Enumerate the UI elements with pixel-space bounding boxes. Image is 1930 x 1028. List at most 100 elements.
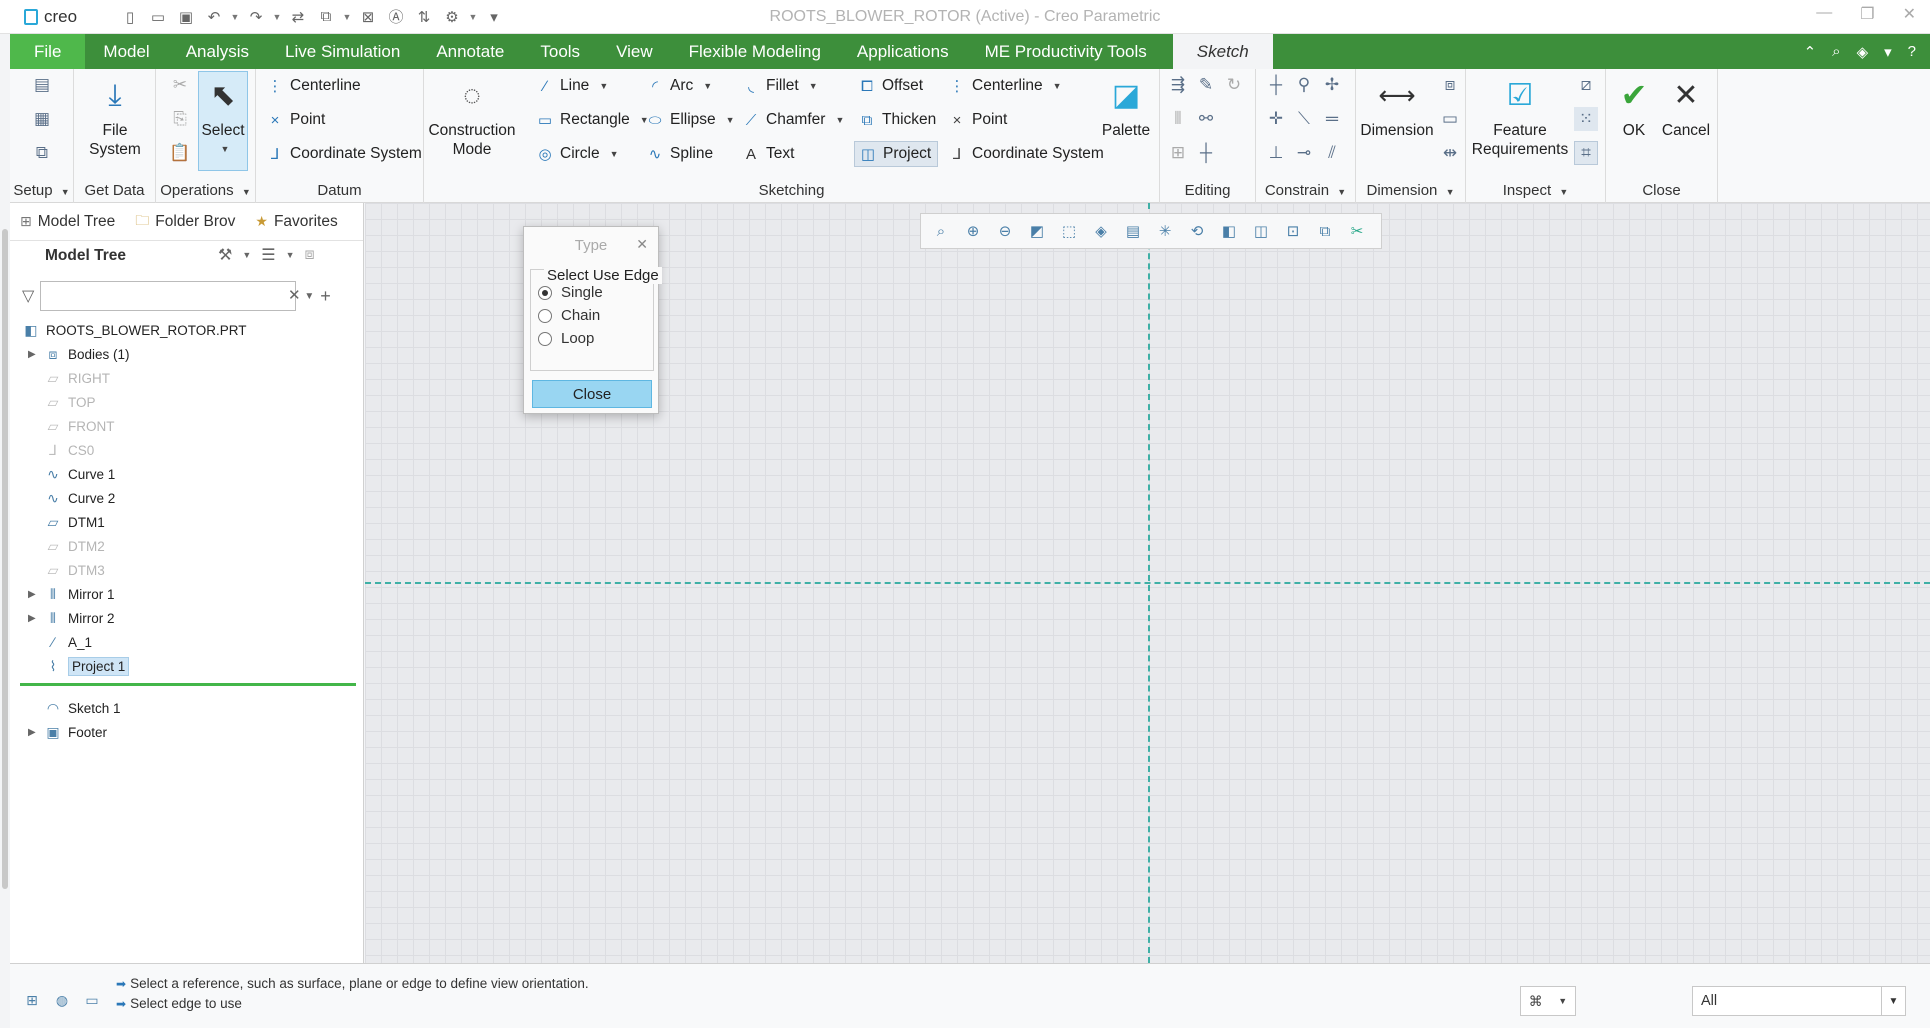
radio-loop-circle[interactable] [538, 331, 552, 346]
regenerate-icon[interactable]: ⇄ [286, 6, 310, 28]
navigator-toggle-icon[interactable]: ⊞ [20, 988, 44, 1012]
tree-search-input[interactable] [40, 281, 297, 311]
find-dropdown-icon[interactable]: ▼ [1558, 996, 1567, 1006]
show-icon[interactable]: ☰ [261, 245, 275, 265]
sketch-coordinate-system-button[interactable]: ⅃ Coordinate System [948, 145, 1104, 163]
reference-dimension-icon[interactable]: ⇹ [1438, 141, 1462, 165]
tab-me-productivity-tools[interactable]: ME Productivity Tools [967, 34, 1165, 69]
coincident-constraint-icon[interactable]: ⊸ [1292, 141, 1316, 165]
sketch-view-icon[interactable]: ⧉ [30, 141, 54, 165]
search-icon[interactable]: ⌕ [1832, 43, 1840, 60]
tab-analysis[interactable]: Analysis [168, 34, 267, 69]
redo-icon[interactable]: ↷ [244, 6, 268, 28]
file-system-button[interactable]: ⤓ File System [82, 75, 148, 159]
tree-item[interactable]: ◠ Sketch 1 [28, 697, 121, 719]
dialog-close-icon[interactable]: ✕ [636, 236, 648, 253]
baseline-dimension-icon[interactable]: ▭ [1438, 107, 1462, 131]
project-button[interactable]: ◫ Project [854, 141, 939, 167]
refit-icon[interactable]: ⌕ [927, 217, 955, 245]
tab-flexible-modeling[interactable]: Flexible Modeling [671, 34, 839, 69]
datum-centerline-button[interactable]: ⋮ Centerline [266, 77, 361, 95]
zoom-in-icon[interactable]: ⊕ [959, 217, 987, 245]
parallel-constraint-icon[interactable]: ⫽ [1320, 141, 1344, 165]
expand-arrow-icon[interactable]: ▶ [28, 727, 38, 738]
tangent-constraint-icon[interactable]: ⚲ [1292, 73, 1316, 97]
selection-filter[interactable]: All ▼ [1692, 986, 1906, 1016]
customize-qat-icon[interactable]: ▾ [482, 6, 506, 28]
tools-dropdown-icon[interactable]: ▼ [468, 6, 478, 28]
radio-loop[interactable]: Loop [538, 330, 594, 347]
expand-arrow-icon[interactable]: ▶ [28, 589, 38, 600]
chamfer-button[interactable]: ⟋ Chamfer ▼ [742, 111, 845, 129]
display-vertices-icon[interactable]: ◫ [1247, 217, 1275, 245]
tree-item[interactable]: ▱ RIGHT [28, 367, 110, 389]
thicken-button[interactable]: ⧉ Thicken [858, 111, 937, 129]
cancel-button[interactable]: ✕ Cancel [1658, 75, 1714, 140]
cut-icon[interactable]: ✂ [168, 73, 192, 97]
help-icon[interactable]: ? [1908, 43, 1916, 60]
tree-item[interactable]: ▶ ▣ Footer [28, 721, 107, 743]
radio-single[interactable]: Single [538, 284, 603, 301]
rotate-resize-icon[interactable]: ↻ [1222, 73, 1246, 97]
repaint-icon[interactable]: ◩ [1023, 217, 1051, 245]
tree-item[interactable]: ▱ TOP [28, 391, 96, 413]
references-icon[interactable]: ▦ [30, 107, 54, 131]
perpendicular-constraint-icon[interactable]: ⊥ [1264, 141, 1288, 165]
clear-search-icon[interactable]: ✕ [288, 286, 325, 304]
radio-chain-circle[interactable] [538, 308, 552, 323]
group-label-constrain[interactable]: Constrain ▼ [1256, 182, 1355, 199]
display-dimensions-icon[interactable]: ⊡ [1279, 217, 1307, 245]
open-file-icon[interactable]: ▭ [146, 6, 170, 28]
new-file-icon[interactable]: ▯ [118, 6, 142, 28]
midpoint-constraint-icon[interactable]: ⟍ [1292, 107, 1316, 131]
spin-center-icon[interactable]: ✂ [1343, 217, 1371, 245]
modify-icon[interactable]: ⇶ [1166, 73, 1190, 97]
windows-dropdown-icon[interactable]: ▼ [342, 6, 352, 28]
tab-live-simulation[interactable]: Live Simulation [267, 34, 418, 69]
help-dropdown-icon[interactable]: ▾ [1884, 43, 1892, 61]
symmetric-constraint-icon[interactable]: ✢ [1320, 73, 1344, 97]
copy-icon[interactable]: ⎘ [168, 107, 192, 131]
tree-item[interactable]: ∕ A_1 [28, 631, 92, 653]
mirror-sketch-icon[interactable]: ⫴ [1166, 107, 1190, 131]
tab-applications[interactable]: Applications [839, 34, 967, 69]
offset-button[interactable]: ⧠ Offset [858, 77, 923, 95]
select-button[interactable]: ⬉ Select ▼ [198, 75, 248, 159]
sketch-point-button[interactable]: × Point [948, 111, 1008, 129]
tab-file[interactable]: File [10, 34, 86, 69]
vertical-constraint-icon[interactable]: ┼ [1264, 73, 1288, 97]
save-icon[interactable]: ▣ [174, 6, 198, 28]
tree-item[interactable]: ∿ Curve 2 [28, 487, 115, 509]
close-window-icon[interactable]: ⊠ [356, 6, 380, 28]
ellipse-button[interactable]: ⬭ Ellipse ▼ [646, 111, 735, 129]
view-manager-icon[interactable]: ▤ [1119, 217, 1147, 245]
left-edge-scrollbar[interactable] [2, 229, 8, 889]
tab-tools[interactable]: Tools [522, 34, 598, 69]
dimension-button[interactable]: ⟷ Dimension [1358, 75, 1436, 140]
help-center-icon[interactable]: ◈ [1857, 43, 1869, 61]
tree-item[interactable]: ▱ DTM2 [28, 535, 105, 557]
tree-item[interactable]: ∿ Curve 1 [28, 463, 115, 485]
find-button[interactable]: ⌘ ▼ [1520, 986, 1576, 1016]
collapse-ribbon-icon[interactable]: ⌃ [1804, 43, 1817, 61]
tools-icon[interactable]: ⚙ [440, 6, 464, 28]
display-constraints-icon[interactable]: ◧ [1215, 217, 1243, 245]
corner-icon[interactable]: ⊞ [1166, 141, 1190, 165]
tab-view[interactable]: View [598, 34, 671, 69]
tab-favorites[interactable]: ★ Favorites [255, 213, 337, 231]
undo-dropdown-icon[interactable]: ▼ [230, 6, 240, 28]
horizontal-constraint-icon[interactable]: ✛ [1264, 107, 1288, 131]
tree-item[interactable]: ▶ ⫴ Mirror 2 [28, 607, 115, 629]
browser-toggle-icon[interactable]: ◍ [50, 988, 74, 1012]
redo-dropdown-icon[interactable]: ▼ [272, 6, 282, 28]
ok-button[interactable]: ✔ OK [1612, 75, 1656, 140]
zoom-out-icon[interactable]: ⊖ [991, 217, 1019, 245]
text-button[interactable]: A Text [742, 145, 794, 163]
sketch-setup-icon[interactable]: ▤ [30, 73, 54, 97]
datum-coordinate-system-button[interactable]: ⅃ Coordinate System [266, 145, 422, 163]
close-icon[interactable]: ✕ [1903, 4, 1916, 24]
tab-model-tree[interactable]: ⊞ Model Tree [20, 213, 115, 231]
rectangle-button[interactable]: ▭ Rectangle ▼ [536, 111, 649, 129]
undo-icon[interactable]: ↶ [202, 6, 226, 28]
tab-sketch[interactable]: Sketch [1172, 34, 1273, 69]
